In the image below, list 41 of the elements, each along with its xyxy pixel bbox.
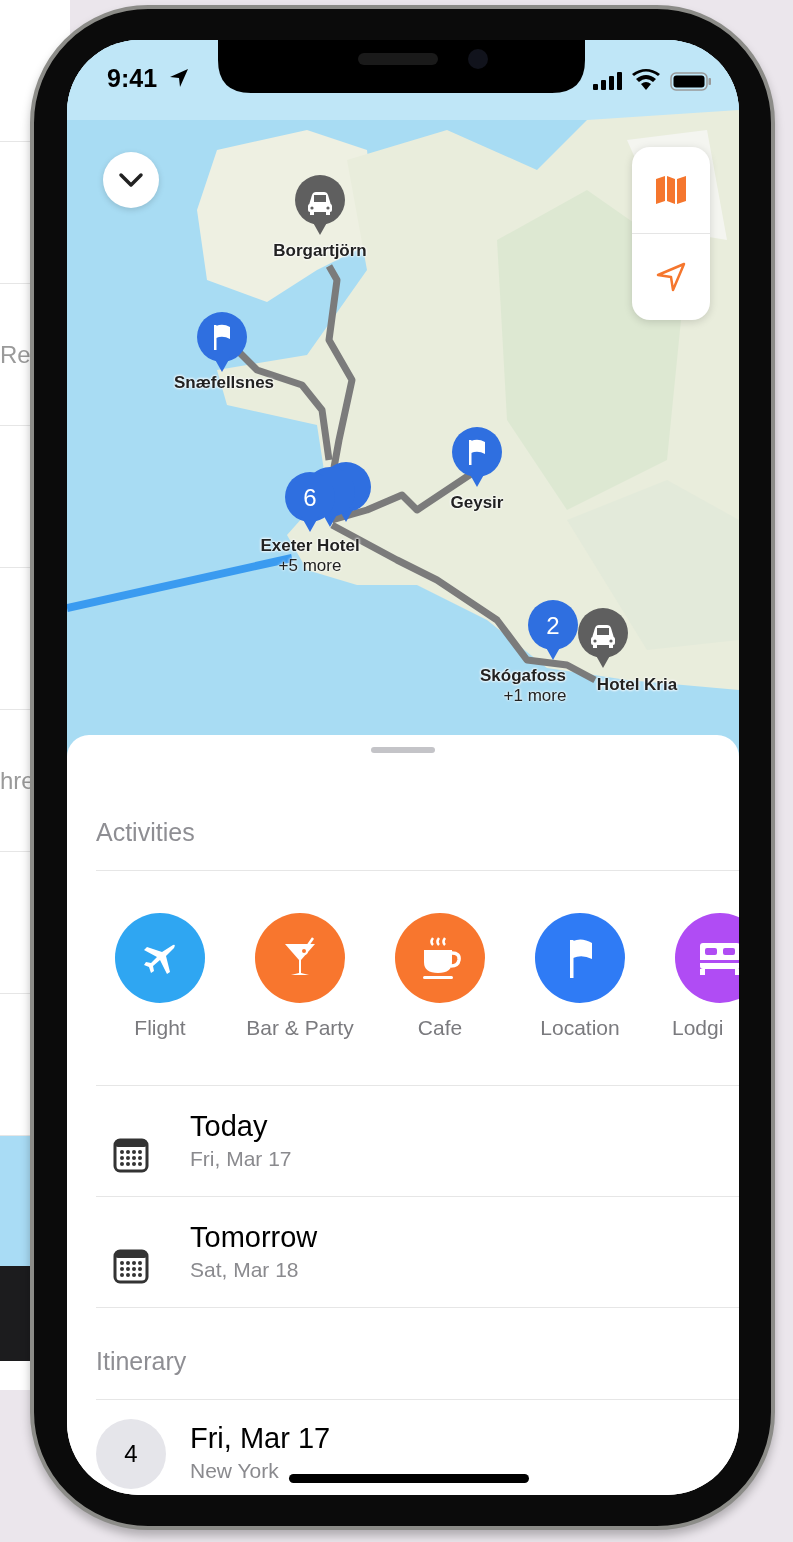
signal-icon: [593, 72, 623, 90]
partial-text: Re: [0, 340, 31, 369]
date-subtitle: Fri, Mar 17: [190, 1146, 292, 1172]
date-title[interactable]: Today: [190, 1109, 268, 1143]
pin-more-count: +1 more: [503, 686, 567, 705]
calendar-icon: [113, 1248, 149, 1284]
pin-more-count: +5 more: [278, 556, 342, 575]
car-pin[interactable]: [577, 608, 629, 670]
section-header: Itinerary: [96, 1346, 187, 1376]
activity-label: Cafe: [417, 1015, 463, 1041]
pin-label: Borgartjörn: [273, 241, 367, 260]
flag-pin[interactable]: [196, 312, 248, 374]
day-title[interactable]: Fri, Mar 17: [190, 1421, 331, 1455]
navigation-arrow-icon: [655, 261, 687, 293]
section-header: Activities: [96, 817, 195, 847]
bed-icon: [697, 940, 739, 976]
car-pin[interactable]: [294, 175, 346, 237]
day-places: New York: [190, 1458, 279, 1484]
activity-label: Bar & Party: [246, 1015, 354, 1041]
cluster-pin[interactable]: 6: [284, 462, 376, 534]
activity-label: Location: [540, 1015, 620, 1041]
activity-button[interactable]: [675, 913, 739, 1003]
battery-icon: [670, 72, 712, 91]
sheet-handle[interactable]: [371, 747, 435, 753]
pin-label: Skógafoss: [480, 666, 566, 685]
folded-map-icon: [655, 175, 687, 205]
activity-label: Flight: [134, 1015, 186, 1041]
pin-label: Snæfellsnes: [173, 373, 275, 392]
pin-label: Geysir: [450, 493, 504, 512]
date-title[interactable]: Tomorrow: [190, 1220, 318, 1254]
flag-pin[interactable]: [451, 427, 503, 489]
wifi-icon: [632, 69, 660, 90]
date-subtitle: Sat, Mar 18: [190, 1257, 299, 1283]
pin-label: Exeter Hotel: [260, 536, 360, 555]
location-arrow-icon: [169, 68, 189, 88]
status-time: 9:41: [107, 64, 158, 93]
activity-label: Lodgi: [672, 1015, 724, 1041]
calendar-icon: [113, 1137, 149, 1173]
day-count-badge: 4: [96, 1419, 166, 1489]
pin-label: Hotel Kria: [596, 675, 678, 694]
chevron-down-icon: [118, 172, 144, 188]
